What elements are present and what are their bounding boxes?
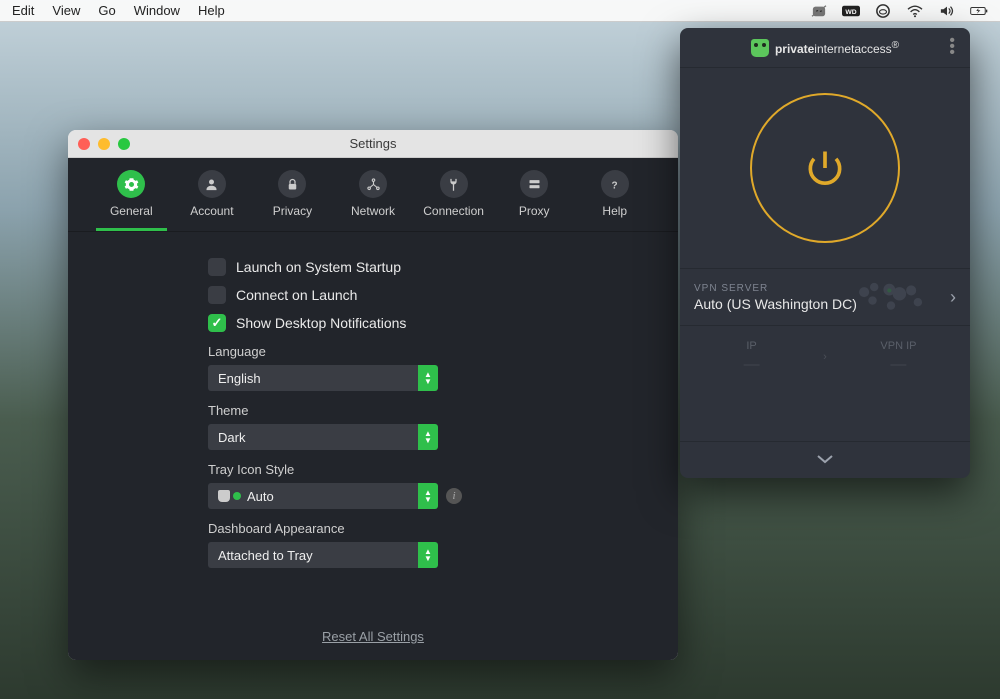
select-value: English [218,371,261,386]
svg-text:?: ? [612,180,618,191]
info-icon[interactable]: i [446,488,462,504]
vpn-ip-label: VPN IP [827,340,970,352]
macos-menubar: Edit View Go Window Help WD [0,0,1000,22]
vpn-server-row[interactable]: VPN SERVER Auto (US Washington DC) › [680,268,970,326]
server-name: Auto (US Washington DC) [694,296,857,312]
theme-select[interactable]: Dark ▲▼ [208,424,438,450]
pia-robot-icon [751,39,769,57]
tab-general[interactable]: General [96,170,167,231]
checkbox[interactable] [208,286,226,304]
language-label: Language [208,344,638,359]
window-title: Settings [68,136,678,151]
tab-label: Help [602,204,627,218]
menu-help[interactable]: Help [198,3,225,18]
checkbox[interactable] [208,314,226,332]
menubar-left: Edit View Go Window Help [12,3,225,18]
launch-on-startup-row[interactable]: Launch on System Startup [208,258,638,276]
brand-rest: internetaccess [814,42,891,56]
general-settings-form: Launch on System Startup Connect on Laun… [68,232,678,613]
settings-window: Settings General Account Privacy [68,130,678,660]
tab-privacy[interactable]: Privacy [257,170,328,231]
pia-dashboard-panel: privateinternetaccess® ••• VPN SERVER Au… [680,28,970,478]
battery-icon[interactable] [970,4,988,18]
menu-edit[interactable]: Edit [12,3,34,18]
menu-view[interactable]: View [52,3,80,18]
connect-on-launch-row[interactable]: Connect on Launch [208,286,638,304]
tab-label: Connection [423,204,484,218]
connect-toggle-button[interactable] [750,93,900,243]
tab-label: Privacy [273,204,312,218]
tab-label: Account [190,204,233,218]
vpn-menu-button[interactable]: ••• [949,38,956,56]
reset-all-settings-link[interactable]: Reset All Settings [68,613,678,660]
settings-tabbar: General Account Privacy Network [68,158,678,232]
tray-icon-style-label: Tray Icon Style [208,462,638,477]
brand-suffix: ® [892,40,899,51]
select-value: Dark [218,430,245,445]
server-icon [520,170,548,198]
stepper-arrows-icon: ▲▼ [418,424,438,450]
select-value: Attached to Tray [218,548,313,563]
pia-logo: privateinternetaccess® [751,39,899,57]
tab-label: Proxy [519,204,550,218]
chevron-right-icon: › [950,287,956,308]
stepper-arrows-icon: ▲▼ [418,542,438,568]
stepper-arrows-icon: ▲▼ [418,483,438,509]
checkbox[interactable] [208,258,226,276]
language-select[interactable]: English ▲▼ [208,365,438,391]
tray-icon-style-select[interactable]: Auto ▲▼ [208,483,438,509]
volume-icon[interactable] [938,4,956,18]
local-ip-col: IP — [680,340,823,374]
titlebar[interactable]: Settings [68,130,678,158]
show-notifications-row[interactable]: Show Desktop Notifications [208,314,638,332]
lock-icon [278,170,306,198]
wifi-icon[interactable] [906,4,924,18]
checkbox-label: Show Desktop Notifications [236,315,406,331]
svg-text:WD: WD [845,9,856,16]
power-area [680,68,970,268]
menu-window[interactable]: Window [134,3,180,18]
theme-label: Theme [208,403,638,418]
tab-account[interactable]: Account [177,170,248,231]
select-value: Auto [247,489,274,504]
pia-tray-icon[interactable] [810,4,828,18]
world-map-icon [846,277,936,319]
ip-value: — [680,356,823,374]
menu-go[interactable]: Go [98,3,115,18]
plug-icon [440,170,468,198]
tray-icon-preview [218,490,241,502]
power-icon [803,146,847,190]
wd-icon[interactable]: WD [842,4,860,18]
tab-help[interactable]: ? Help [579,170,650,231]
tab-label: Network [351,204,395,218]
expand-panel-button[interactable] [680,441,970,478]
dashboard-appearance-label: Dashboard Appearance [208,521,638,536]
stepper-arrows-icon: ▲▼ [418,365,438,391]
ip-label: IP [680,340,823,352]
brand-text: privateinternetaccess® [775,40,899,56]
vpn-ip-col: VPN IP — [827,340,970,374]
vpn-ip-value: — [827,356,970,374]
ip-row: IP — › VPN IP — [680,326,970,388]
chevron-down-icon [815,453,835,465]
tab-network[interactable]: Network [338,170,409,231]
question-icon: ? [601,170,629,198]
tab-proxy[interactable]: Proxy [499,170,570,231]
tab-connection[interactable]: Connection [418,170,489,231]
creative-cloud-icon[interactable] [874,4,892,18]
server-label: VPN SERVER [694,283,857,294]
gear-icon [117,170,145,198]
dashboard-appearance-select[interactable]: Attached to Tray ▲▼ [208,542,438,568]
settings-body: General Account Privacy Network [68,158,678,660]
network-icon [359,170,387,198]
checkbox-label: Connect on Launch [236,287,357,303]
vpn-header: privateinternetaccess® ••• [680,28,970,68]
tab-label: General [110,204,153,218]
brand-private: private [775,42,814,56]
user-icon [198,170,226,198]
menubar-right: WD [810,4,988,18]
checkbox-label: Launch on System Startup [236,259,401,275]
